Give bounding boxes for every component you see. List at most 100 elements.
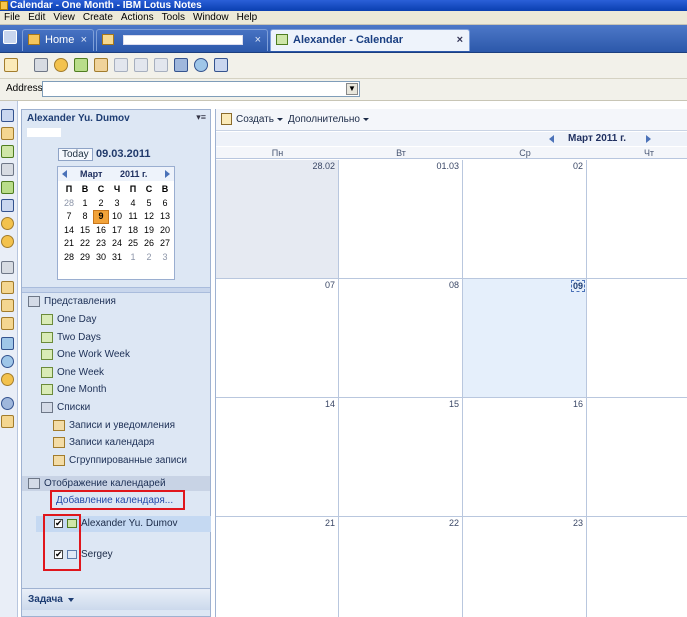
help-icon[interactable]	[1, 397, 14, 410]
notebook-icon[interactable]	[1, 317, 14, 330]
mini-calendar-day[interactable]: 5	[141, 197, 157, 211]
mini-calendar-day[interactable]: 28	[61, 197, 77, 211]
month-day-cell[interactable]	[587, 279, 687, 398]
mini-calendar-day[interactable]: 6	[157, 197, 173, 211]
month-day-cell[interactable]: 02	[463, 160, 587, 279]
print-launch-icon[interactable]	[1, 261, 14, 274]
tab-calendar[interactable]: Alexander - Calendar ×	[270, 29, 470, 51]
mini-calendar-year[interactable]: 2011 г.	[120, 167, 147, 181]
sametime-icon[interactable]	[1, 199, 14, 212]
mini-calendar-day[interactable]: 27	[157, 237, 173, 251]
tab-home[interactable]: Home ×	[22, 29, 94, 51]
mini-calendar-day[interactable]: 21	[61, 237, 77, 251]
workspace-icon[interactable]	[1, 127, 14, 140]
mini-calendar-next-icon[interactable]	[165, 170, 170, 178]
month-day-cell[interactable]	[587, 398, 687, 517]
mini-calendar-day[interactable]: 25	[125, 237, 141, 251]
mini-calendar-day[interactable]: 4	[125, 197, 141, 211]
mini-calendar-month[interactable]: Март	[80, 167, 102, 181]
mini-calendar-day[interactable]: 17	[109, 224, 125, 238]
mini-calendar-day[interactable]: 3	[109, 197, 125, 211]
edit-document-icon[interactable]	[74, 58, 88, 72]
replicate-icon[interactable]	[214, 58, 228, 72]
menu-tools[interactable]: Tools	[158, 11, 189, 24]
menu-view[interactable]: View	[49, 11, 79, 24]
mini-calendar-day[interactable]: 1	[77, 197, 93, 211]
menu-help[interactable]: Help	[233, 11, 262, 24]
search-icon[interactable]	[174, 58, 188, 72]
menu-file[interactable]: File	[0, 11, 24, 24]
copy-icon[interactable]	[154, 58, 168, 72]
panel-splitter[interactable]	[22, 287, 210, 293]
rss-icon[interactable]	[1, 337, 14, 350]
print-icon[interactable]	[34, 58, 48, 72]
todo-launch-icon[interactable]	[1, 181, 14, 194]
mini-calendar-day[interactable]: 1	[125, 251, 141, 265]
mini-calendar-day[interactable]: 30	[93, 251, 109, 265]
mail-launch-icon[interactable]	[1, 109, 14, 122]
contacts-launch-icon[interactable]	[1, 163, 14, 176]
month-day-cell[interactable]: 21	[216, 517, 339, 617]
address-dropdown-icon[interactable]: ▼	[346, 83, 358, 95]
create-button[interactable]: Создать	[236, 114, 284, 125]
widget-icon[interactable]	[1, 373, 14, 386]
month-day-cell[interactable]: 28.02	[216, 160, 339, 279]
mini-calendar-day[interactable]: 16	[93, 224, 109, 238]
files-icon[interactable]	[1, 299, 14, 312]
month-day-cell[interactable]: 09	[463, 279, 587, 398]
month-day-cell[interactable]: 15	[339, 398, 463, 517]
month-day-cell[interactable]: 14	[216, 398, 339, 517]
menu-create[interactable]: Create	[79, 11, 117, 24]
menu-edit[interactable]: Edit	[24, 11, 49, 24]
mini-calendar-day[interactable]: 2	[93, 197, 109, 211]
mini-calendar-day[interactable]: 19	[141, 224, 157, 238]
today-button[interactable]: Today	[58, 148, 93, 161]
month-day-cell[interactable]: 16	[463, 398, 587, 517]
mini-calendar-day[interactable]: 11	[125, 210, 141, 224]
mini-calendar-day[interactable]: 18	[125, 224, 141, 238]
tab-calendar-close-icon[interactable]: ×	[457, 30, 463, 50]
mini-calendar-day[interactable]: 7	[61, 210, 77, 224]
month-day-cell[interactable]: 23	[463, 517, 587, 617]
month-day-cell[interactable]	[587, 160, 687, 279]
mini-calendar-day[interactable]: 12	[141, 210, 157, 224]
navigate-icon[interactable]	[94, 58, 108, 72]
tab-mail-close-icon[interactable]: ×	[255, 30, 261, 50]
mini-calendar-day[interactable]: 22	[77, 237, 93, 251]
mini-calendar-day[interactable]: 28	[61, 251, 77, 265]
mini-calendar-prev-icon[interactable]	[62, 170, 67, 178]
month-day-cell[interactable]	[587, 517, 687, 617]
mini-calendar-day[interactable]: 3	[157, 251, 173, 265]
folder-icon[interactable]	[1, 281, 14, 294]
mini-calendar-day[interactable]: 29	[77, 251, 93, 265]
new-memo-icon[interactable]	[4, 58, 18, 72]
month-day-cell[interactable]: 01.03	[339, 160, 463, 279]
mini-calendar-day[interactable]: 15	[77, 224, 93, 238]
panel-menu-icon[interactable]: ▾≡	[196, 112, 206, 123]
mini-calendar-day[interactable]: 8	[77, 210, 93, 224]
stop-icon[interactable]	[54, 58, 68, 72]
calendar-launch-icon[interactable]	[1, 145, 14, 158]
web-icon[interactable]	[1, 355, 14, 368]
more-actions-button[interactable]: Дополнительно	[288, 114, 369, 125]
mini-calendar-day[interactable]: 23	[93, 237, 109, 251]
next-month-icon[interactable]	[646, 135, 651, 143]
mini-calendar-today[interactable]: 9	[93, 210, 109, 224]
activities-icon[interactable]	[1, 235, 14, 248]
mini-calendar-day[interactable]: 26	[141, 237, 157, 251]
cut-icon[interactable]	[134, 58, 148, 72]
mini-calendar-day[interactable]: 2	[141, 251, 157, 265]
menu-actions[interactable]: Actions	[117, 11, 158, 24]
prev-month-icon[interactable]	[549, 135, 554, 143]
tab-home-close-icon[interactable]: ×	[81, 30, 87, 50]
forward-icon[interactable]	[114, 58, 128, 72]
add-calendar-link[interactable]: Добавление календаря...	[56, 495, 173, 506]
mini-calendar-day[interactable]: 31	[109, 251, 125, 265]
open-list-icon[interactable]	[3, 30, 17, 44]
menu-window[interactable]: Window	[189, 11, 233, 24]
refresh-icon[interactable]	[194, 58, 208, 72]
feeds-icon[interactable]	[1, 217, 14, 230]
task-section-header[interactable]: Задача	[22, 588, 210, 610]
month-day-cell[interactable]: 08	[339, 279, 463, 398]
home-launch-icon[interactable]	[1, 415, 14, 428]
